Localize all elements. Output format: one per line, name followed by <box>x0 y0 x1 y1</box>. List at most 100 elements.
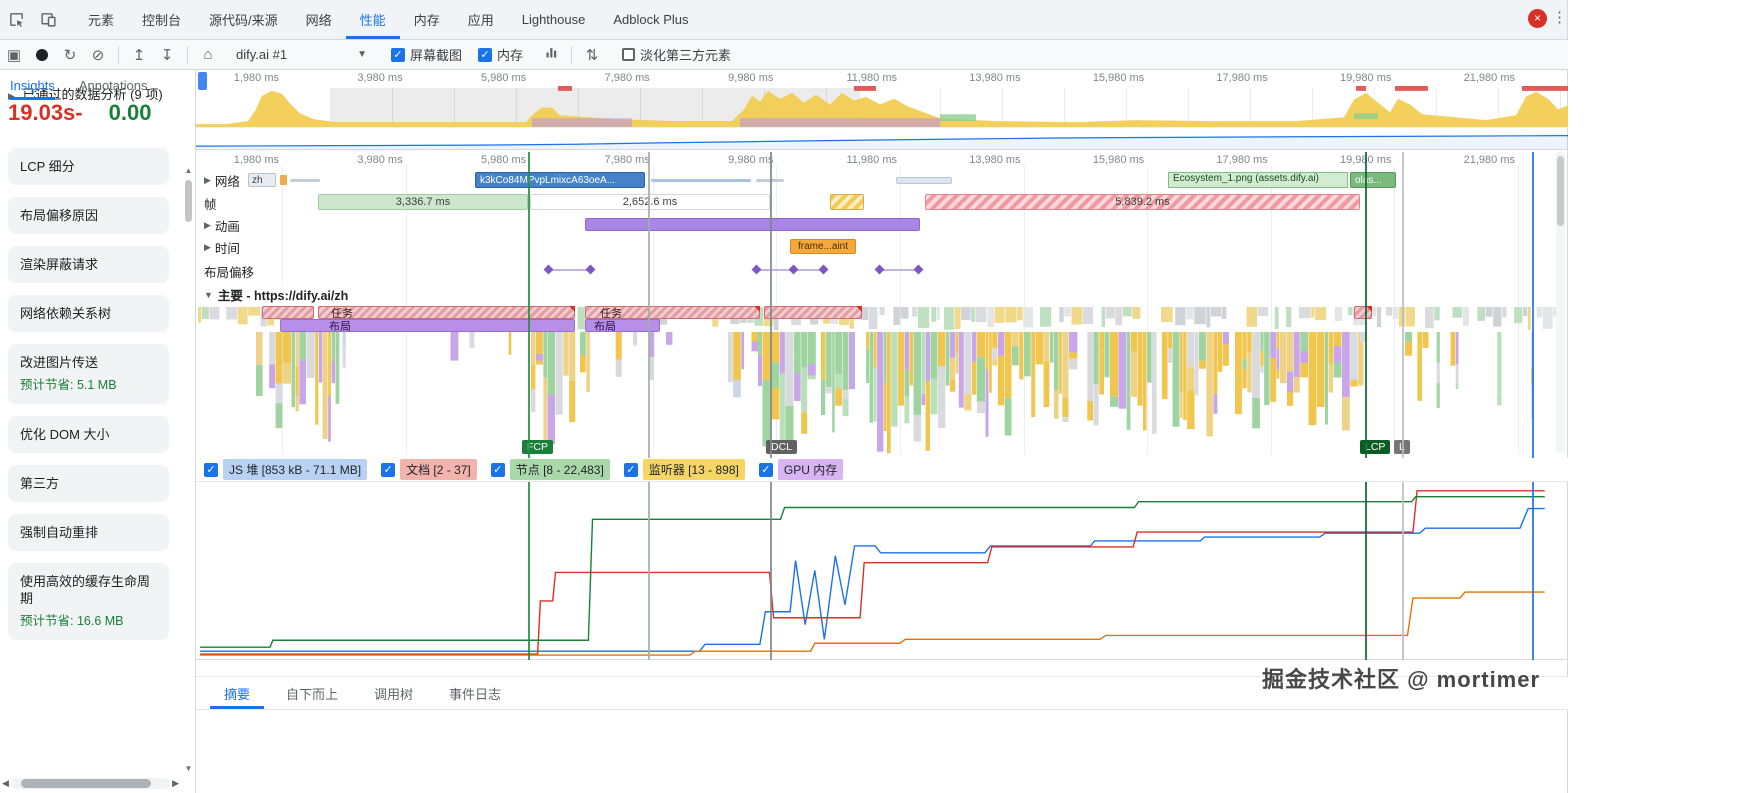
network-track[interactable]: zh k3kCo84MPvpLmixcA63oeA... Ecosystem_1… <box>196 170 1568 190</box>
layout-shift-diamond[interactable] <box>544 265 554 275</box>
scrollbar-thumb[interactable] <box>21 779 151 788</box>
scroll-right-icon[interactable]: ▶ <box>172 778 179 789</box>
flame-chart[interactable]: 任务 任务 布局 布局 FCP DCL LCP L <box>196 306 1568 456</box>
track-animations-label[interactable]: ▶动画 <box>200 215 244 236</box>
layout-bar[interactable]: 布局 <box>280 319 575 332</box>
network-request-line[interactable] <box>651 179 751 182</box>
track-main-header[interactable]: ▼ 主要 - https://dify.ai/zh <box>200 284 352 305</box>
sidebar-horizontal-scrollbar[interactable]: ◀ ▶ <box>2 777 179 790</box>
dock-panel-icon[interactable]: ▣ <box>0 46 28 64</box>
device-toolbar-icon[interactable] <box>32 6 64 34</box>
more-options-icon[interactable]: ⋮ <box>1552 8 1567 26</box>
insight-card[interactable]: 强制自动重排 <box>8 514 169 551</box>
track-network-label[interactable]: ▶网络 <box>200 170 244 191</box>
fcp-marker[interactable]: FCP <box>522 440 553 454</box>
devtools-tab[interactable]: 源代码/来源 <box>195 0 292 39</box>
timeline-vertical-scrollbar[interactable] <box>1556 152 1565 452</box>
counter-toggle[interactable]: ✓JS 堆 [853 kB - 71.1 MB] <box>204 459 367 480</box>
overview-memory-strip[interactable] <box>196 128 1568 150</box>
network-request-olas[interactable]: olas... <box>1350 172 1396 188</box>
insight-card[interactable]: 第三方 <box>8 465 169 502</box>
layout-shift-diamond[interactable] <box>789 265 799 275</box>
counter-toggle[interactable]: ✓文档 [2 - 37] <box>381 459 477 480</box>
long-task-bar[interactable] <box>764 306 862 319</box>
lcp-marker[interactable]: LCP <box>1360 440 1390 454</box>
record-button[interactable] <box>36 49 48 61</box>
network-request-zh[interactable]: zh <box>248 173 276 187</box>
insight-card[interactable]: 使用高效的缓存生命周期预计节省: 16.6 MB <box>8 563 169 640</box>
frame-bar-dropped[interactable]: 5,839.2 ms <box>925 194 1360 210</box>
insight-card[interactable]: 改进图片传送预计节省: 5.1 MB <box>8 344 169 404</box>
frame-bar-idle[interactable]: 2,652.6 ms <box>530 194 770 210</box>
insight-card[interactable]: 渲染屏蔽请求 <box>8 246 169 283</box>
collect-garbage-icon[interactable]: ⇅ <box>578 46 606 64</box>
frame-bar-partial[interactable] <box>830 194 864 210</box>
scrollbar-track[interactable] <box>11 778 170 789</box>
frames-track[interactable]: 3,336.7 ms 2,652.6 ms 5,839.2 ms <box>196 192 1568 212</box>
scroll-up-icon[interactable]: ▲ <box>183 166 194 175</box>
network-request-image[interactable]: Ecosystem_1.png (assets.dify.ai) <box>1168 172 1348 188</box>
layout-shift-diamond[interactable] <box>586 265 596 275</box>
layout-shift-diamond[interactable] <box>914 265 924 275</box>
layout-shift-diamond[interactable] <box>819 265 829 275</box>
tab-insights[interactable]: Insights <box>10 70 55 100</box>
frame-bar-ok[interactable]: 3,336.7 ms <box>318 194 528 210</box>
devtools-tab[interactable]: Lighthouse <box>508 0 600 39</box>
devtools-tab[interactable]: 控制台 <box>128 0 195 39</box>
clear-icon[interactable]: ⊘ <box>84 46 112 64</box>
counter-toggle[interactable]: ✓监听器 [13 - 898] <box>624 459 745 480</box>
memory-chart[interactable] <box>196 482 1568 660</box>
stats-icon[interactable] <box>537 45 565 64</box>
scroll-down-icon[interactable]: ▼ <box>183 764 194 773</box>
reload-record-icon[interactable]: ↻ <box>56 46 84 64</box>
sidebar-vertical-scrollbar[interactable]: ▲ ▼ <box>183 166 194 773</box>
devtools-tab[interactable]: 应用 <box>454 0 508 39</box>
detail-tab[interactable]: 摘要 <box>210 677 264 709</box>
animation-bar[interactable] <box>585 218 920 231</box>
long-task-bar[interactable]: 任务 <box>318 306 575 319</box>
insight-card[interactable]: 布局偏移原因 <box>8 197 169 234</box>
insight-card[interactable]: 优化 DOM 大小 <box>8 416 169 453</box>
network-request-selected[interactable]: k3kCo84MPvpLmixcA63oeA... <box>475 172 645 188</box>
track-layout-shifts-label[interactable]: 布局偏移 <box>200 261 258 282</box>
download-profile-icon[interactable]: ↧ <box>153 46 181 64</box>
live-metrics-home-icon[interactable]: ⌂ <box>194 46 222 63</box>
scroll-left-icon[interactable]: ◀ <box>2 778 9 789</box>
animations-track[interactable] <box>196 214 1568 234</box>
track-timings-label[interactable]: ▶时间 <box>200 237 244 258</box>
detail-ruler[interactable]: 1,980 ms3,980 ms5,980 ms7,980 ms9,980 ms… <box>196 152 1568 168</box>
devtools-tab[interactable]: 内存 <box>400 0 454 39</box>
tab-annotations[interactable]: Annotations <box>79 70 148 100</box>
devtools-tab[interactable]: Adblock Plus <box>599 0 702 39</box>
scrollbar-thumb[interactable] <box>1557 156 1564 226</box>
network-request-chip[interactable] <box>280 175 287 185</box>
timing-marker[interactable]: frame...aint <box>790 239 856 254</box>
detail-tab[interactable]: 事件日志 <box>435 677 515 709</box>
scrollbar-thumb[interactable] <box>185 180 192 222</box>
devtools-tab[interactable]: 网络 <box>292 0 346 39</box>
memory-checkbox[interactable]: ✓ 内存 <box>478 45 523 64</box>
layout-bar[interactable]: 布局 <box>585 319 660 332</box>
counter-toggle[interactable]: ✓节点 [8 - 22,483] <box>491 459 610 480</box>
upload-profile-icon[interactable]: ↥ <box>125 46 153 64</box>
screenshots-checkbox[interactable]: ✓ 屏幕截图 <box>391 45 462 64</box>
dcl-marker[interactable]: DCL <box>766 440 797 454</box>
error-badge-icon[interactable]: × <box>1528 9 1547 28</box>
layout-shift-diamond[interactable] <box>875 265 885 275</box>
layout-shift-diamond[interactable] <box>752 265 762 275</box>
network-request-line[interactable] <box>756 179 784 182</box>
layout-shifts-track[interactable] <box>196 260 1568 280</box>
detail-tab[interactable]: 自下而上 <box>272 677 352 709</box>
timings-track[interactable]: frame...aint <box>196 236 1568 256</box>
long-task-bar[interactable] <box>262 306 314 319</box>
l-marker[interactable]: L <box>1394 440 1410 454</box>
profile-select[interactable]: dify.ai #1 ▼ <box>228 45 375 64</box>
insight-card[interactable]: LCP 细分 <box>8 148 169 185</box>
overview-cpu-strip[interactable] <box>196 86 1568 128</box>
network-request-chip[interactable] <box>896 177 952 184</box>
track-frames-label[interactable]: 帧 <box>200 193 221 214</box>
fade-third-party-checkbox[interactable]: ✓ 淡化第三方元素 <box>622 45 731 64</box>
detail-tab[interactable]: 调用树 <box>360 677 427 709</box>
devtools-tab[interactable]: 元素 <box>74 0 128 39</box>
network-request-chip[interactable] <box>290 179 320 182</box>
